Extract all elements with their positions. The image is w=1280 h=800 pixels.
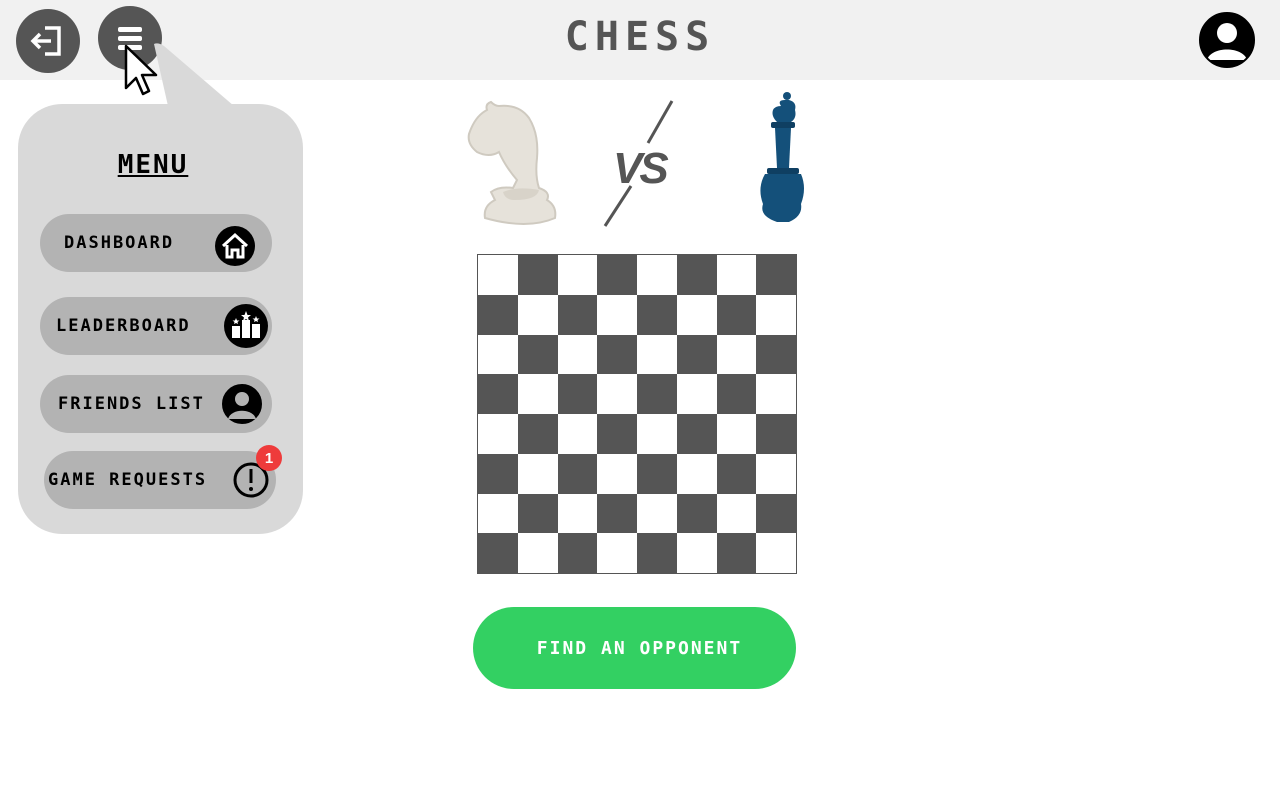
leaderboard-menu-item[interactable]: LEADERBOARD bbox=[40, 297, 272, 355]
board-square[interactable] bbox=[756, 453, 796, 494]
board-square[interactable] bbox=[676, 294, 717, 335]
board-square[interactable] bbox=[716, 533, 757, 573]
board-square[interactable] bbox=[478, 493, 518, 534]
board-square[interactable] bbox=[557, 255, 598, 295]
board-square[interactable] bbox=[716, 493, 757, 534]
board-square[interactable] bbox=[637, 414, 677, 454]
board-square[interactable] bbox=[597, 255, 637, 295]
board-square[interactable] bbox=[756, 334, 796, 375]
board-square[interactable] bbox=[478, 374, 518, 414]
board-square[interactable] bbox=[637, 453, 677, 494]
white-knight-icon bbox=[467, 100, 557, 225]
board-square[interactable] bbox=[517, 374, 558, 414]
board-square[interactable] bbox=[637, 374, 677, 414]
board-square[interactable] bbox=[557, 374, 598, 414]
board-square[interactable] bbox=[517, 255, 558, 295]
menu-item-label: LEADERBOARD bbox=[56, 316, 191, 336]
find-opponent-button[interactable]: FIND AN OPPONENT bbox=[473, 607, 796, 689]
board-square[interactable] bbox=[597, 374, 637, 414]
vs-text: VS bbox=[613, 144, 668, 193]
board-square[interactable] bbox=[716, 414, 757, 454]
logout-icon bbox=[30, 26, 61, 56]
board-square[interactable] bbox=[478, 294, 518, 335]
board-square[interactable] bbox=[517, 414, 558, 454]
blue-bishop-icon bbox=[760, 92, 804, 222]
versus-banner: VS bbox=[455, 88, 805, 233]
person-icon bbox=[222, 384, 262, 424]
board-square[interactable] bbox=[637, 294, 677, 335]
board-square[interactable] bbox=[716, 453, 757, 494]
board-square[interactable] bbox=[716, 374, 757, 414]
board-square[interactable] bbox=[478, 414, 518, 454]
board-square[interactable] bbox=[756, 294, 796, 335]
board-square[interactable] bbox=[478, 255, 518, 295]
board-square[interactable] bbox=[557, 533, 598, 573]
profile-button[interactable] bbox=[1199, 12, 1255, 68]
board-square[interactable] bbox=[597, 493, 637, 534]
board-square[interactable] bbox=[478, 453, 518, 494]
board-square[interactable] bbox=[517, 533, 558, 573]
board-square[interactable] bbox=[676, 255, 717, 295]
board-square[interactable] bbox=[478, 334, 518, 375]
board-square[interactable] bbox=[517, 453, 558, 494]
board-square[interactable] bbox=[637, 334, 677, 375]
board-square[interactable] bbox=[716, 294, 757, 335]
menu-item-label: GAME REQUESTS bbox=[48, 470, 208, 490]
board-square[interactable] bbox=[597, 533, 637, 573]
board-square[interactable] bbox=[676, 493, 717, 534]
board-square[interactable] bbox=[756, 533, 796, 573]
board-square[interactable] bbox=[597, 334, 637, 375]
board-square[interactable] bbox=[557, 294, 598, 335]
board-square[interactable] bbox=[597, 294, 637, 335]
dashboard-menu-item[interactable]: DASHBOARD bbox=[40, 214, 272, 272]
menu-item-label: DASHBOARD bbox=[64, 233, 175, 253]
board-square[interactable] bbox=[557, 493, 598, 534]
page-title: CHESS bbox=[564, 14, 716, 60]
board-square[interactable] bbox=[676, 533, 717, 573]
board-square[interactable] bbox=[597, 453, 637, 494]
board-square[interactable] bbox=[756, 374, 796, 414]
menu-item-label: FRIENDS LIST bbox=[58, 394, 205, 414]
board-square[interactable] bbox=[517, 334, 558, 375]
board-square[interactable] bbox=[676, 374, 717, 414]
user-avatar-icon bbox=[1207, 23, 1247, 60]
board-square[interactable] bbox=[517, 493, 558, 534]
board-square[interactable] bbox=[597, 414, 637, 454]
friends-list-menu-item[interactable]: FRIENDS LIST bbox=[40, 375, 272, 433]
board-square[interactable] bbox=[478, 533, 518, 573]
board-square[interactable] bbox=[637, 533, 677, 573]
board-square[interactable] bbox=[676, 334, 717, 375]
chess-board[interactable] bbox=[477, 254, 797, 574]
menu-title: MENU bbox=[117, 150, 189, 180]
game-requests-menu-item[interactable]: GAME REQUESTS bbox=[44, 451, 276, 509]
home-icon bbox=[215, 226, 255, 266]
board-square[interactable] bbox=[716, 255, 757, 295]
navigation-menu: MENU DASHBOARD LEADERBOARD FRIENDS LIST bbox=[18, 104, 303, 534]
board-square[interactable] bbox=[716, 334, 757, 375]
board-square[interactable] bbox=[557, 334, 598, 375]
board-square[interactable] bbox=[517, 294, 558, 335]
board-square[interactable] bbox=[557, 414, 598, 454]
board-square[interactable] bbox=[756, 255, 796, 295]
podium-icon bbox=[224, 304, 268, 348]
notification-badge: 1 bbox=[256, 445, 282, 471]
board-square[interactable] bbox=[676, 414, 717, 454]
board-square[interactable] bbox=[756, 493, 796, 534]
board-square[interactable] bbox=[557, 453, 598, 494]
menu-pointer bbox=[154, 43, 234, 106]
logout-button[interactable] bbox=[16, 9, 80, 73]
board-square[interactable] bbox=[676, 453, 717, 494]
board-square[interactable] bbox=[637, 255, 677, 295]
board-square[interactable] bbox=[637, 493, 677, 534]
board-square[interactable] bbox=[756, 414, 796, 454]
